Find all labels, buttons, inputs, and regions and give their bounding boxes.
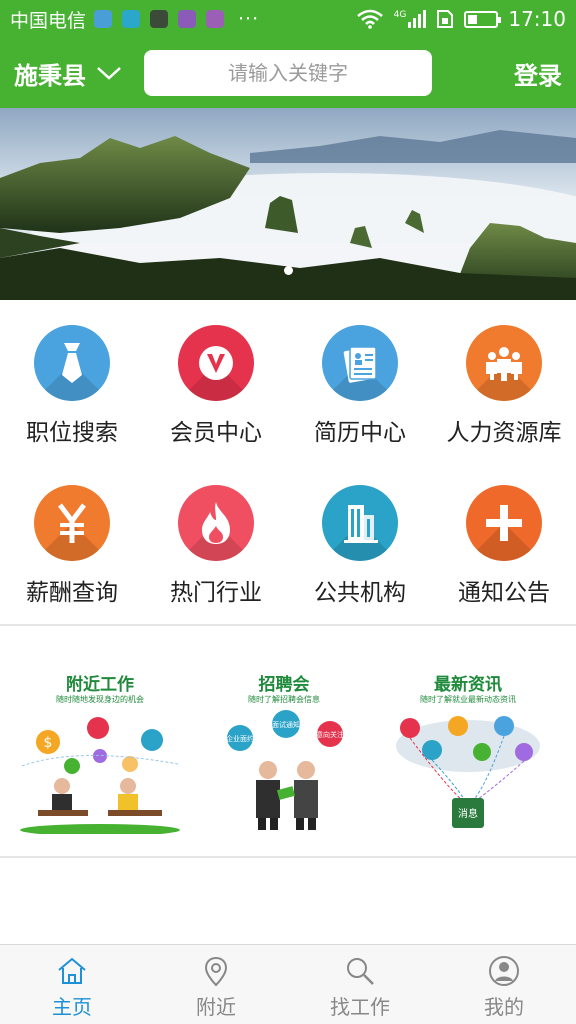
carrier-name: 中国电信 (10, 9, 87, 32)
bubble-label: 面试通知 (272, 720, 300, 729)
location-pin-icon (204, 956, 228, 987)
promo-latest-news[interactable]: 最新资讯 随时了解就业最新动态资讯 消息 (386, 642, 550, 834)
bubble-label: 意向关注 (316, 730, 344, 739)
location-notification-icon (94, 10, 113, 28)
promo-subtitle: 随时了解就业最新动态资讯 (420, 695, 516, 704)
grid-icon-circle (466, 325, 542, 401)
bottom-tab-bar: 主页 附近 找工作 我的 (0, 944, 576, 1024)
grid-item-notices[interactable]: 通知公告 (432, 460, 576, 622)
promo-title: 附近工作 (66, 675, 134, 695)
chevron-down-icon (97, 67, 121, 80)
city-selector[interactable]: 施秉县 (14, 56, 122, 91)
promo-job-fairs[interactable]: 招聘会 随时了解招聘会信息 企业面约 面试通知 意向关注 (202, 642, 366, 834)
home-icon (58, 957, 86, 984)
promo-subtitle: 随时随地发现身边的机会 (56, 695, 144, 704)
grid-item-job-search[interactable]: 职位搜索 (0, 300, 144, 460)
tie-icon (62, 343, 82, 383)
grid-label: 公共机构 (314, 580, 406, 606)
tab-find-job[interactable]: 找工作 (288, 945, 432, 1024)
yen-icon (58, 503, 86, 543)
tab-label: 主页 (52, 995, 92, 1019)
status-bar: 中国电信 ··· 4G 17:10 (0, 0, 576, 38)
flame-icon (202, 502, 230, 544)
app-header: 施秉县 登录 (0, 38, 576, 108)
svg-text:$: $ (44, 735, 53, 751)
building-icon (344, 505, 378, 543)
feature-grid: 职位搜索 会员中心 简历中心 人力资源库 薪酬查询 热门行业 公共机构 通知公告 (0, 300, 576, 622)
grid-item-talent-pool[interactable]: 人力资源库 (432, 300, 576, 460)
grid-label: 薪酬查询 (26, 580, 118, 606)
resume-icon (343, 346, 377, 383)
nearby-jobs-illustration: $ (20, 717, 180, 834)
more-notifications: ··· (238, 8, 260, 30)
promo-section: 附近工作 随时随地发现身边的机会 $ 招聘会 随时了解招聘会信息 企业面约 面试… (0, 626, 576, 856)
tab-label: 我的 (484, 995, 524, 1019)
grid-icon-circle (322, 485, 398, 561)
tab-nearby[interactable]: 附近 (144, 945, 288, 1024)
search-icon (347, 958, 374, 985)
tab-mine[interactable]: 我的 (432, 945, 576, 1024)
search-input[interactable] (144, 50, 432, 96)
grid-icon-circle (34, 325, 110, 401)
login-button[interactable]: 登录 (514, 56, 562, 91)
user-icon (489, 956, 519, 986)
divider (0, 856, 576, 858)
city-name: 施秉县 (14, 61, 86, 90)
grid-icon-circle (322, 325, 398, 401)
promo-title: 最新资讯 (434, 675, 502, 695)
grid-label: 简历中心 (314, 420, 406, 446)
grid-icon-circle (466, 485, 542, 561)
grid-label: 人力资源库 (446, 420, 562, 446)
grid-label: 会员中心 (170, 420, 262, 446)
carousel-indicator-dot[interactable] (284, 266, 293, 275)
gallery-notification-icon (178, 10, 197, 28)
grid-item-hot-industries[interactable]: 热门行业 (144, 460, 288, 622)
news-illustration: 消息 (396, 716, 540, 828)
people-icon (486, 347, 522, 381)
message-notification-icon (122, 10, 141, 28)
grid-item-public-institutions[interactable]: 公共机构 (288, 460, 432, 622)
bubble-label: 企业面约 (226, 734, 254, 743)
network-type: 4G (393, 10, 407, 20)
promo-title: 招聘会 (258, 675, 310, 695)
grid-label: 通知公告 (458, 580, 550, 606)
tab-label: 找工作 (330, 995, 390, 1019)
promo-nearby-jobs[interactable]: 附近工作 随时随地发现身边的机会 $ (18, 642, 182, 834)
promo-subtitle: 随时了解招聘会信息 (248, 695, 320, 704)
vip-icon (199, 346, 233, 380)
clock: 17:10 (508, 7, 566, 31)
grid-item-member-center[interactable]: 会员中心 (144, 300, 288, 460)
grid-label: 热门行业 (170, 580, 262, 606)
wifi-icon (356, 9, 383, 29)
news-badge-label: 消息 (458, 807, 478, 820)
grid-item-salary-query[interactable]: 薪酬查询 (0, 460, 144, 622)
tab-label: 附近 (196, 995, 236, 1019)
grid-icon-circle (34, 485, 110, 561)
app-notification-icon (206, 10, 225, 28)
cell-signal-icon: 4G (394, 10, 427, 28)
image-notification-icon (150, 10, 169, 28)
grid-icon-circle (178, 485, 254, 561)
job-fair-illustration: 企业面约 面试通知 意向关注 (226, 710, 344, 830)
grid-icon-circle (178, 325, 254, 401)
tab-home[interactable]: 主页 (0, 945, 144, 1024)
sim-icon (437, 10, 454, 28)
plus-icon (486, 505, 522, 541)
battery-level (468, 14, 478, 24)
grid-label: 职位搜索 (26, 420, 118, 446)
grid-item-resume-center[interactable]: 简历中心 (288, 300, 432, 460)
battery-icon (464, 10, 502, 28)
